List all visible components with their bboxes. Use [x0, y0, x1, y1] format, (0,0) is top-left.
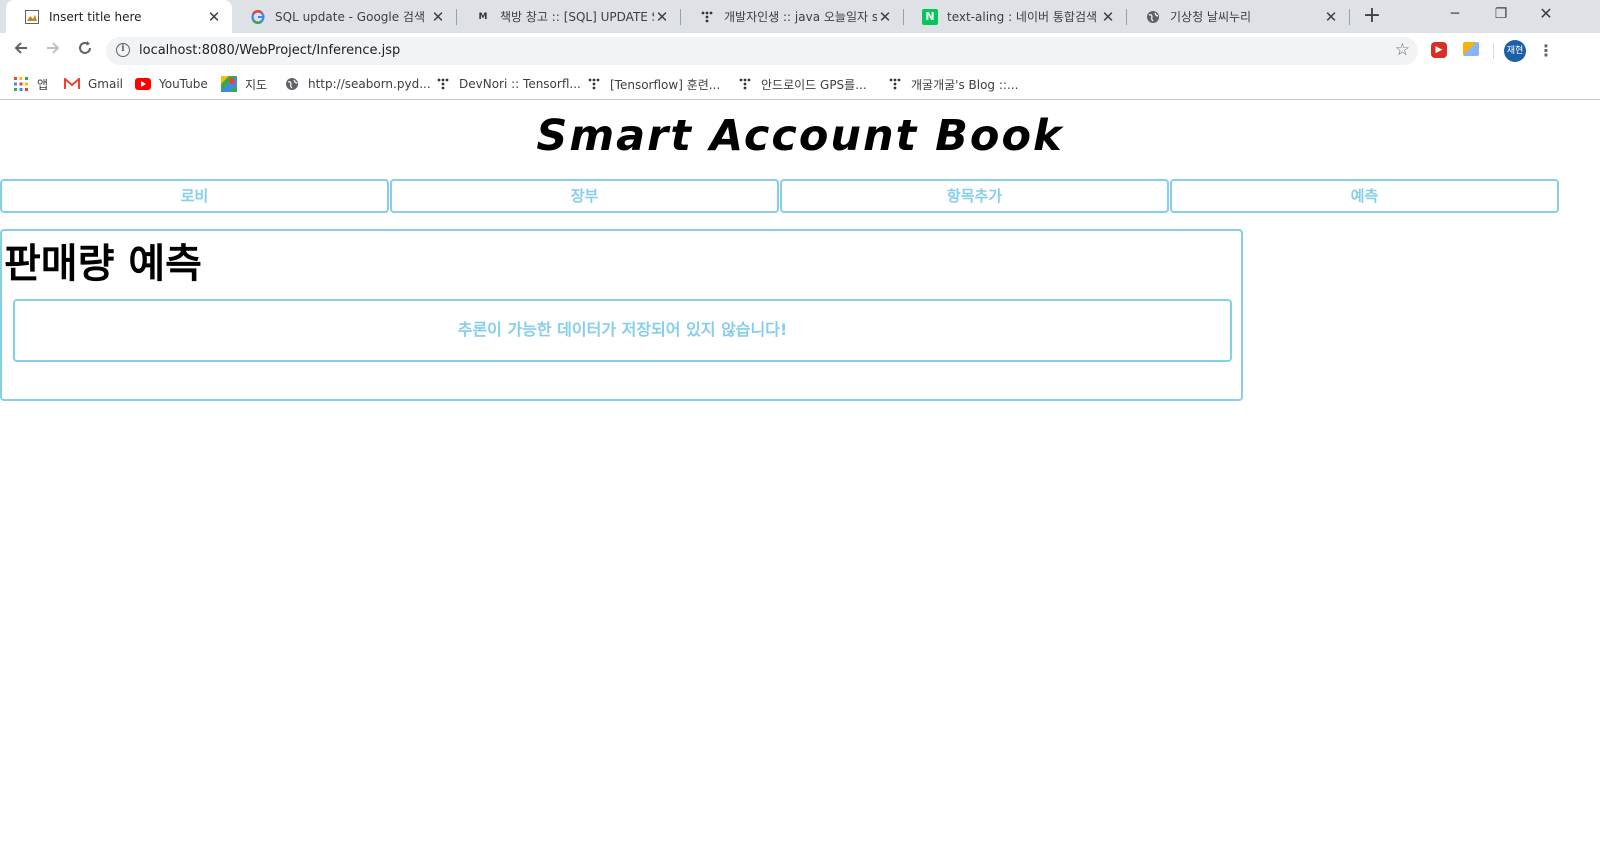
toolbar-divider	[1493, 43, 1494, 59]
close-icon[interactable]: ✕	[877, 8, 893, 26]
site-info-icon[interactable]: i	[116, 43, 130, 57]
profile-initials: 재현	[1506, 46, 1524, 56]
tistory-icon	[887, 76, 903, 92]
tab-label: text-aling : 네이버 통합검색	[947, 10, 1098, 24]
google-icon	[250, 9, 266, 25]
new-tab-button[interactable]: +	[1361, 4, 1383, 28]
bookmark-label: 지도	[245, 77, 268, 92]
blog-icon: M	[478, 11, 488, 22]
extension-photo-icon[interactable]	[1463, 42, 1479, 56]
close-icon[interactable]: ✕	[1323, 8, 1339, 26]
forward-arrow-icon	[47, 42, 60, 54]
tab-naver-search[interactable]: N text-aling : 네이버 통합검색 ✕	[904, 0, 1126, 33]
menu-icon[interactable]: ⋮	[1538, 39, 1554, 63]
forward-button[interactable]	[40, 39, 66, 63]
profile-avatar[interactable]: 재현	[1504, 40, 1526, 62]
tistory-icon	[586, 76, 602, 92]
bookmark-label: 안드로이드 GPS를...	[761, 77, 867, 92]
bookmark-youtube[interactable]: YouTube	[135, 74, 208, 94]
reload-icon	[79, 41, 91, 54]
prediction-panel: 판매량 예측 추론이 가능한 데이터가 저장되어 있지 않습니다!	[0, 229, 1243, 401]
globe-icon	[1145, 9, 1161, 25]
tab-label: 기상청 날씨누리	[1170, 10, 1252, 24]
bookmark-label: DevNori :: Tensorfl...	[459, 77, 581, 91]
back-arrow-icon	[14, 42, 27, 54]
extension-media-icon[interactable]: ▶	[1431, 42, 1447, 58]
naver-icon: N	[922, 8, 938, 25]
tab-weather[interactable]: 기상청 날씨누리 ✕	[1127, 0, 1349, 33]
tab-insert-title[interactable]: Insert title here ✕	[6, 0, 232, 33]
address-url[interactable]: localhost:8080/WebProject/Inference.jsp	[139, 43, 400, 58]
nav-prediction-button[interactable]: 예측	[1170, 179, 1559, 213]
bookmark-label: 앱	[37, 77, 49, 92]
section-title: 판매량 예측	[4, 241, 202, 287]
bookmark-label: [Tensorflow] 훈련...	[610, 77, 721, 92]
minimize-button[interactable]: ─	[1432, 0, 1478, 30]
tab-label: Insert title here	[49, 9, 142, 24]
gmail-icon	[64, 76, 80, 92]
window-close-button[interactable]: ✕	[1523, 0, 1569, 30]
tab-label: 책방 창고 :: [SQL] UPDATE SE	[500, 10, 654, 24]
bookmark-devnori[interactable]: DevNori :: Tensorfl...	[435, 74, 581, 94]
tab-strip: Insert title here ✕ SQL update - Google …	[0, 0, 1600, 33]
tistory-icon	[737, 76, 753, 92]
restore-button[interactable]: ❐	[1478, 0, 1524, 30]
back-button[interactable]	[8, 39, 34, 63]
tistory-icon	[699, 9, 715, 25]
bookmark-android-gps[interactable]: 안드로이드 GPS를...	[737, 74, 867, 94]
tab-java-date[interactable]: 개발자인생 :: java 오늘일자 st ✕	[681, 0, 903, 33]
nav-add-item-button[interactable]: 항목추가	[780, 179, 1169, 213]
close-icon[interactable]: ✕	[430, 8, 446, 26]
bookmark-tensorflow[interactable]: [Tensorflow] 훈련...	[586, 74, 720, 94]
bookmark-star-icon[interactable]: ☆	[1395, 40, 1410, 60]
site-title: Smart Account Book	[536, 111, 1064, 161]
page-favicon-icon	[24, 9, 40, 25]
close-icon[interactable]: ✕	[206, 8, 222, 26]
tab-blog-sql[interactable]: M 책방 창고 :: [SQL] UPDATE SE ✕	[457, 0, 680, 33]
bookmarks-bar: 앱 Gmail YouTube 지도 http://seaborn.pyd...…	[0, 69, 1600, 100]
tab-google-search[interactable]: SQL update - Google 검색 ✕	[232, 0, 456, 33]
bookmark-label: http://seaborn.pyd...	[308, 77, 431, 91]
close-icon[interactable]: ✕	[1100, 8, 1116, 26]
nav-ledger-button[interactable]: 장부	[390, 179, 779, 213]
bookmark-label: Gmail	[88, 77, 124, 91]
apps-grid-icon	[13, 76, 29, 92]
bookmark-apps[interactable]: 앱	[13, 74, 48, 94]
globe-icon	[284, 76, 300, 92]
reload-button[interactable]	[72, 39, 98, 63]
nav-lobby-button[interactable]: 로비	[0, 179, 389, 213]
close-icon[interactable]: ✕	[654, 8, 670, 26]
no-data-message: 추론이 가능한 데이터가 저장되어 있지 않습니다!	[13, 299, 1232, 362]
tistory-icon	[435, 76, 451, 92]
tab-separator	[1349, 9, 1350, 25]
page-content: Smart Account Book 로비 장부 항목추가 예측 판매량 예측 …	[0, 101, 1600, 860]
bookmark-gaegul-blog[interactable]: 개굴개굴's Blog ::...	[887, 74, 1018, 94]
bookmark-seaborn[interactable]: http://seaborn.pyd...	[284, 74, 431, 94]
tab-label: SQL update - Google 검색	[275, 10, 426, 24]
maps-icon	[221, 76, 237, 92]
bookmark-maps[interactable]: 지도	[221, 74, 267, 94]
bookmark-label: 개굴개굴's Blog ::...	[911, 77, 1019, 92]
address-bar[interactable]: i localhost:8080/WebProject/Inference.js…	[106, 37, 1418, 65]
site-nav: 로비 장부 항목추가 예측	[0, 179, 1600, 215]
browser-toolbar: i localhost:8080/WebProject/Inference.js…	[0, 33, 1600, 69]
bookmark-label: YouTube	[159, 77, 208, 91]
youtube-icon	[135, 76, 151, 92]
bookmark-gmail[interactable]: Gmail	[64, 74, 123, 94]
tab-label: 개발자인생 :: java 오늘일자 st	[724, 10, 877, 24]
